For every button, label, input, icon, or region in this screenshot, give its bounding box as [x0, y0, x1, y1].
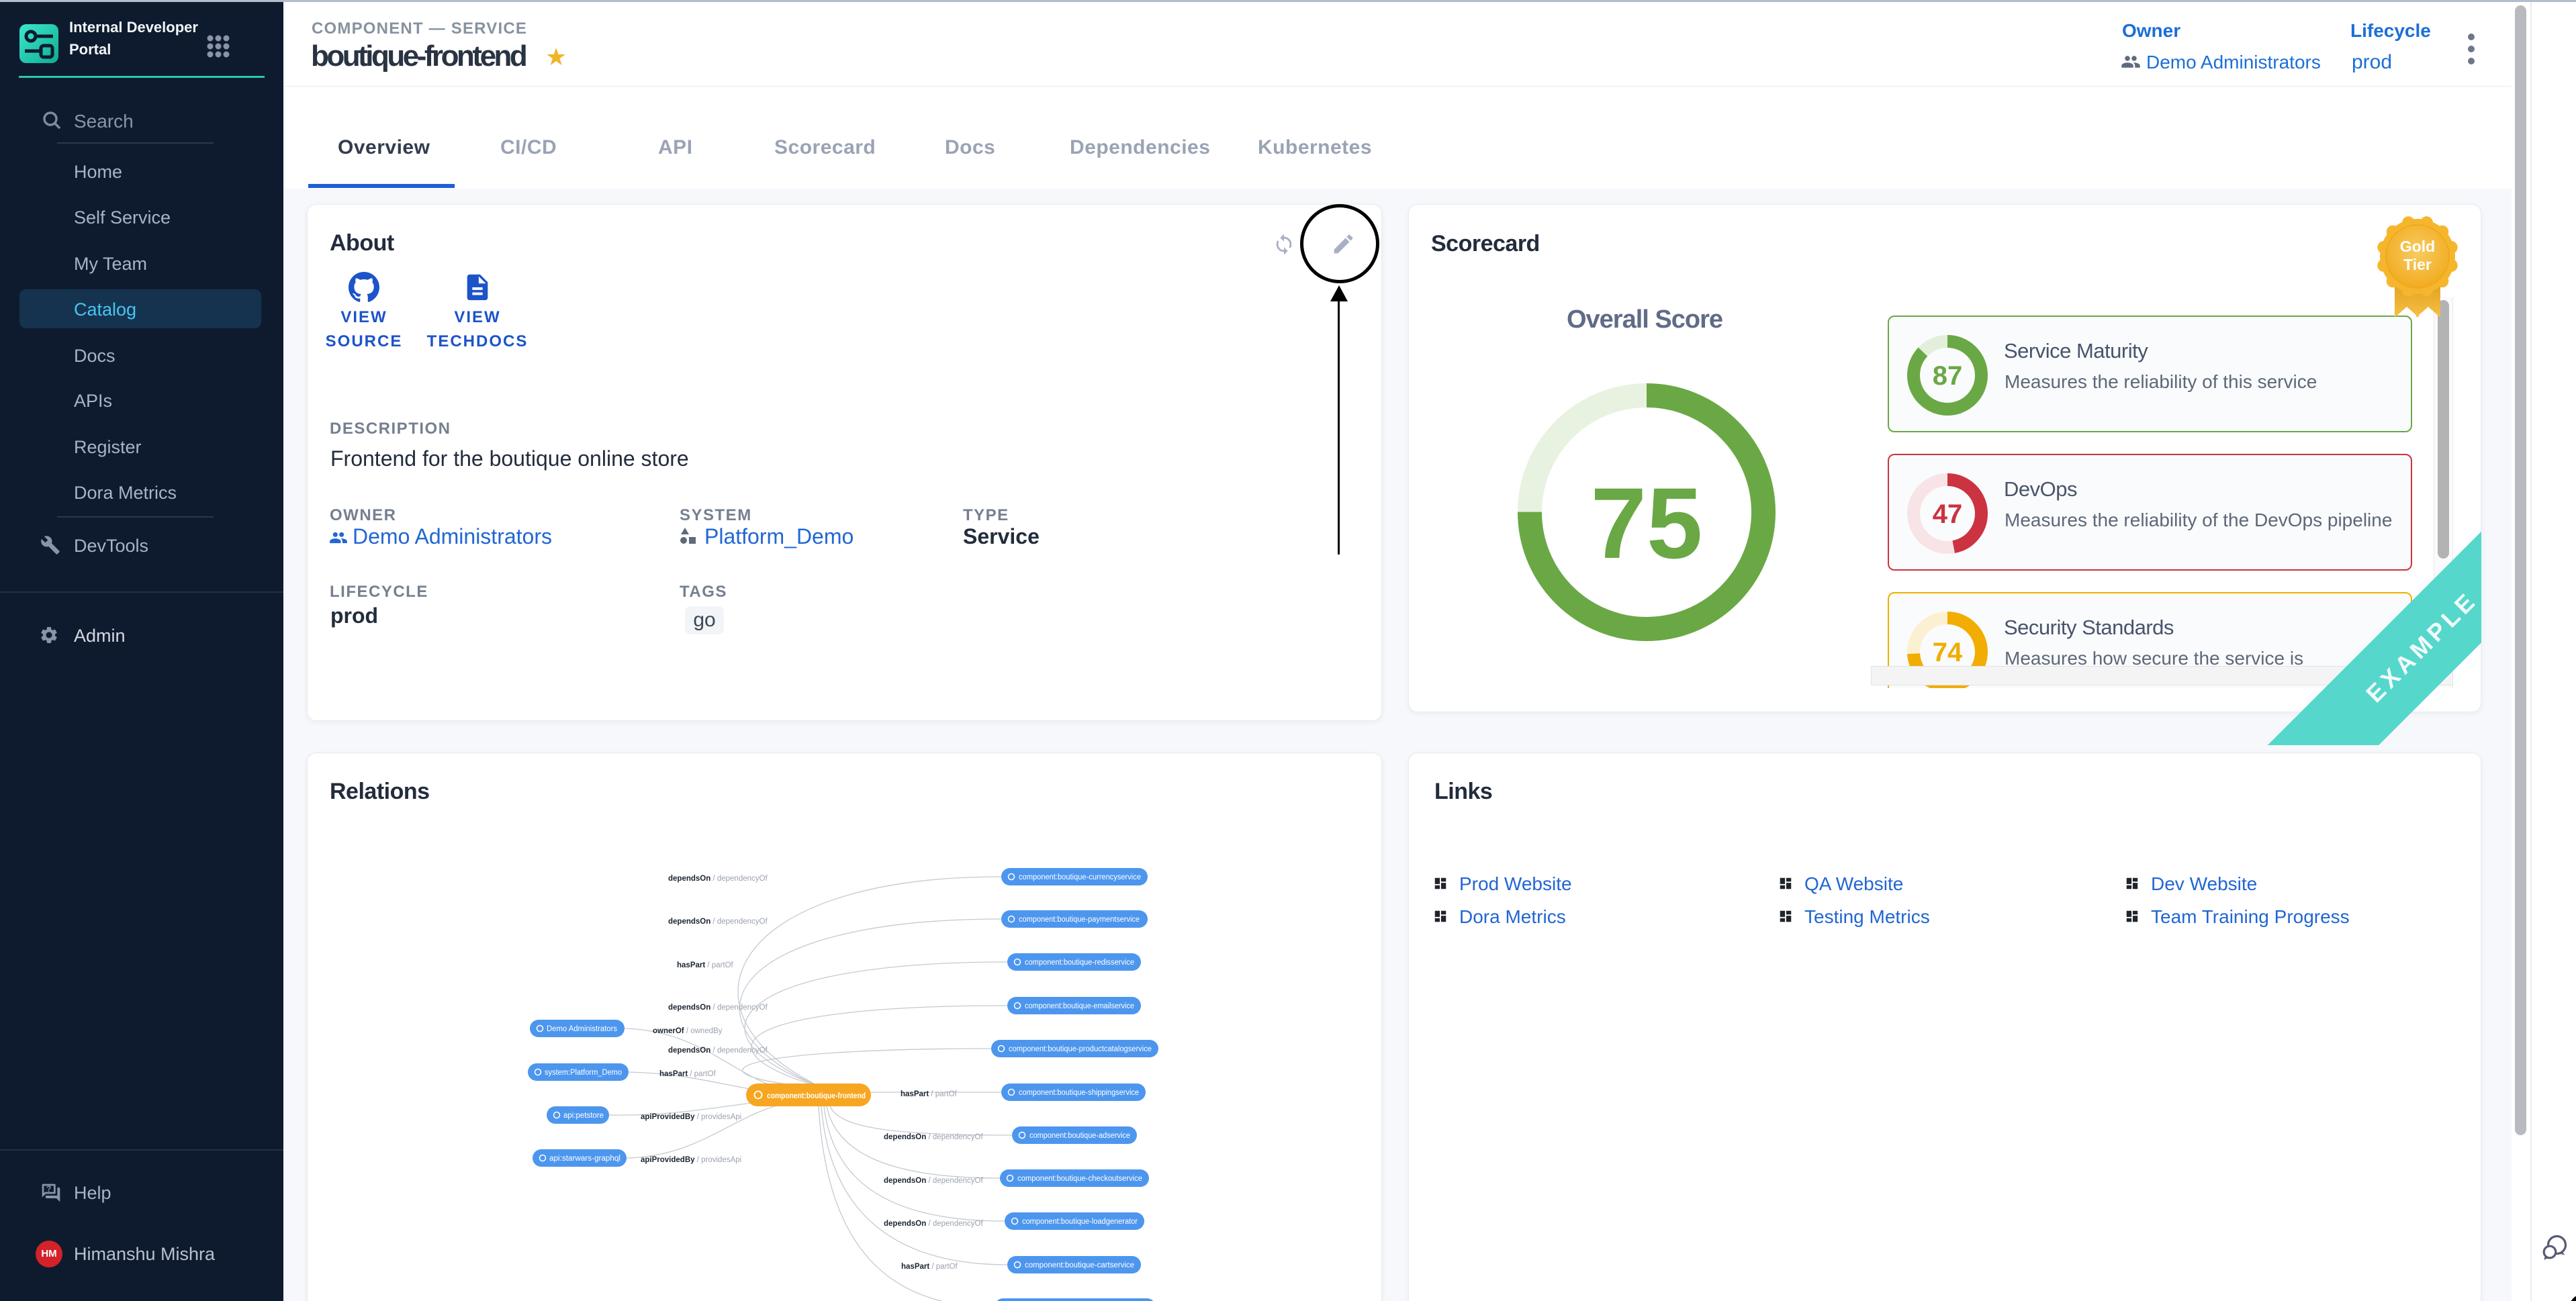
svg-text:dependsOn / dependencyOf: dependsOn / dependencyOf [884, 1177, 983, 1185]
svg-text:dependsOn / dependencyOf: dependsOn / dependencyOf [668, 1047, 768, 1055]
svg-text:api:petstore: api:petstore [563, 1112, 604, 1120]
svg-text:dependsOn / dependencyOf: dependsOn / dependencyOf [884, 1220, 983, 1228]
svg-text:api:starwars-graphql: api:starwars-graphql [549, 1155, 620, 1163]
svg-text:component:boutique-loadgenerat: component:boutique-loadgenerator [1022, 1218, 1138, 1226]
svg-text:hasPart / partOf: hasPart / partOf [901, 1263, 958, 1271]
svg-text:component:boutique-paymentserv: component:boutique-paymentservice [1019, 916, 1140, 924]
svg-text:hasPart / partOf: hasPart / partOf [901, 1090, 958, 1098]
svg-text:hasPart / partOf: hasPart / partOf [659, 1070, 717, 1078]
svg-text:dependsOn / dependencyOf: dependsOn / dependencyOf [668, 875, 768, 883]
svg-text:component:boutique-adservice: component:boutique-adservice [1029, 1132, 1130, 1140]
svg-text:system:Platform_Demo: system:Platform_Demo [545, 1069, 622, 1077]
svg-text:apiProvidedBy / providesApi: apiProvidedBy / providesApi [641, 1113, 741, 1121]
svg-text:component:boutique-redisservic: component:boutique-redisservice [1025, 959, 1134, 967]
svg-text:dependsOn / dependencyOf: dependsOn / dependencyOf [668, 1004, 768, 1012]
svg-text:component:boutique-emailservic: component:boutique-emailservice [1025, 1002, 1134, 1010]
svg-text:dependsOn / dependencyOf: dependsOn / dependencyOf [884, 1133, 983, 1141]
svg-text:dependsOn / dependencyOf: dependsOn / dependencyOf [668, 918, 768, 926]
svg-text:ownerOf / ownedBy: ownerOf / ownedBy [653, 1027, 723, 1035]
svg-text:hasPart / partOf: hasPart / partOf [677, 961, 734, 969]
svg-text:component:boutique-productcata: component:boutique-productcatalogservice [1009, 1045, 1152, 1053]
svg-text:component:boutique-checkoutser: component:boutique-checkoutservice [1017, 1175, 1142, 1183]
svg-text:component:boutique-frontend: component:boutique-frontend [767, 1091, 866, 1100]
svg-text:Demo Administrators: Demo Administrators [547, 1025, 617, 1033]
svg-text:apiProvidedBy / providesApi: apiProvidedBy / providesApi [641, 1156, 741, 1164]
svg-text:?: ? [46, 1184, 51, 1194]
svg-text:component:boutique-shippingser: component:boutique-shippingservice [1019, 1089, 1139, 1097]
svg-text:component:boutique-cartservice: component:boutique-cartservice [1025, 1261, 1134, 1269]
svg-text:component:boutique-currencyser: component:boutique-currencyservice [1019, 873, 1141, 881]
